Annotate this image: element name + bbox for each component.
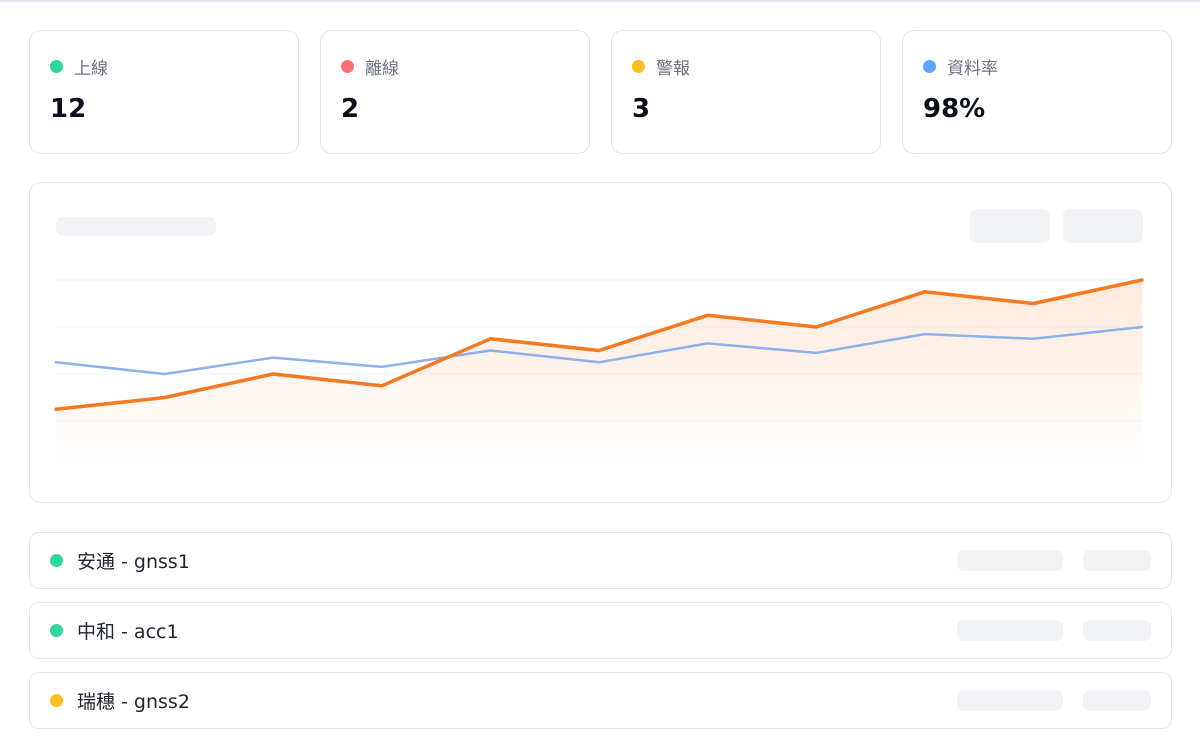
stat-label: 離線 bbox=[365, 58, 399, 79]
warning-status-dot bbox=[632, 59, 645, 73]
station-meta-placeholder bbox=[957, 690, 1063, 711]
station-status-dot bbox=[50, 554, 63, 567]
stat-value: 3 bbox=[632, 94, 651, 124]
station-row[interactable]: 瑞穗 - gnss2 bbox=[29, 672, 1172, 729]
stat-card-warning: 警報 3 bbox=[611, 30, 881, 154]
stat-value: 2 bbox=[341, 94, 360, 124]
stat-card-data-rate: 資料率 98% bbox=[902, 30, 1172, 154]
stats-row: 上線 12 離線 2 警報 3 資料率 98% bbox=[29, 30, 1172, 154]
station-status-dot bbox=[50, 624, 63, 637]
station-meta-placeholder bbox=[957, 550, 1063, 571]
stat-label: 上線 bbox=[74, 58, 108, 79]
station-meta-placeholder bbox=[1083, 620, 1151, 641]
chart-card bbox=[29, 182, 1172, 503]
station-name: 安通 - gnss1 bbox=[77, 551, 190, 573]
station-row[interactable]: 安通 - gnss1 bbox=[29, 532, 1172, 589]
station-name: 瑞穗 - gnss2 bbox=[77, 691, 190, 713]
stat-value: 12 bbox=[50, 94, 87, 124]
stat-label: 警報 bbox=[656, 58, 690, 79]
station-status-dot bbox=[50, 694, 63, 707]
station-name: 中和 - acc1 bbox=[77, 621, 179, 643]
stat-value: 98% bbox=[923, 94, 986, 124]
data-rate-status-dot bbox=[923, 59, 936, 73]
station-meta-placeholder bbox=[957, 620, 1063, 641]
stat-card-online: 上線 12 bbox=[29, 30, 299, 154]
line-chart bbox=[54, 278, 1144, 468]
station-row[interactable]: 中和 - acc1 bbox=[29, 602, 1172, 659]
station-meta-placeholder bbox=[1083, 690, 1151, 711]
online-status-dot bbox=[50, 59, 63, 73]
stat-label: 資料率 bbox=[947, 58, 998, 79]
stat-card-offline: 離線 2 bbox=[320, 30, 590, 154]
dashboard: 上線 12 離線 2 警報 3 資料率 98% 安通 - gnss1 中和 - … bbox=[0, 0, 1200, 754]
station-meta-placeholder bbox=[1083, 550, 1151, 571]
offline-status-dot bbox=[341, 59, 354, 73]
